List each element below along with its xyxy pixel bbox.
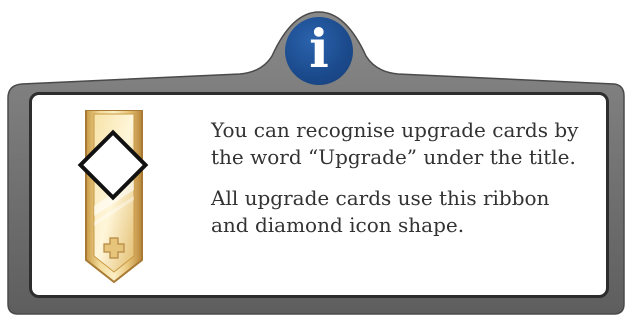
info-paragraph-2: All upgrade cards use this ribbon and di… <box>211 186 550 237</box>
info-badge: i <box>285 17 353 85</box>
upgrade-ribbon-diamond-icon <box>77 110 149 284</box>
info-text: You can recognise upgrade cards by the w… <box>211 117 591 239</box>
info-tip-card: i You can recognise upgrade cards by the… <box>0 0 632 322</box>
info-icon: i <box>309 19 329 80</box>
info-paragraph-1: You can recognise upgrade cards by the w… <box>211 118 579 169</box>
